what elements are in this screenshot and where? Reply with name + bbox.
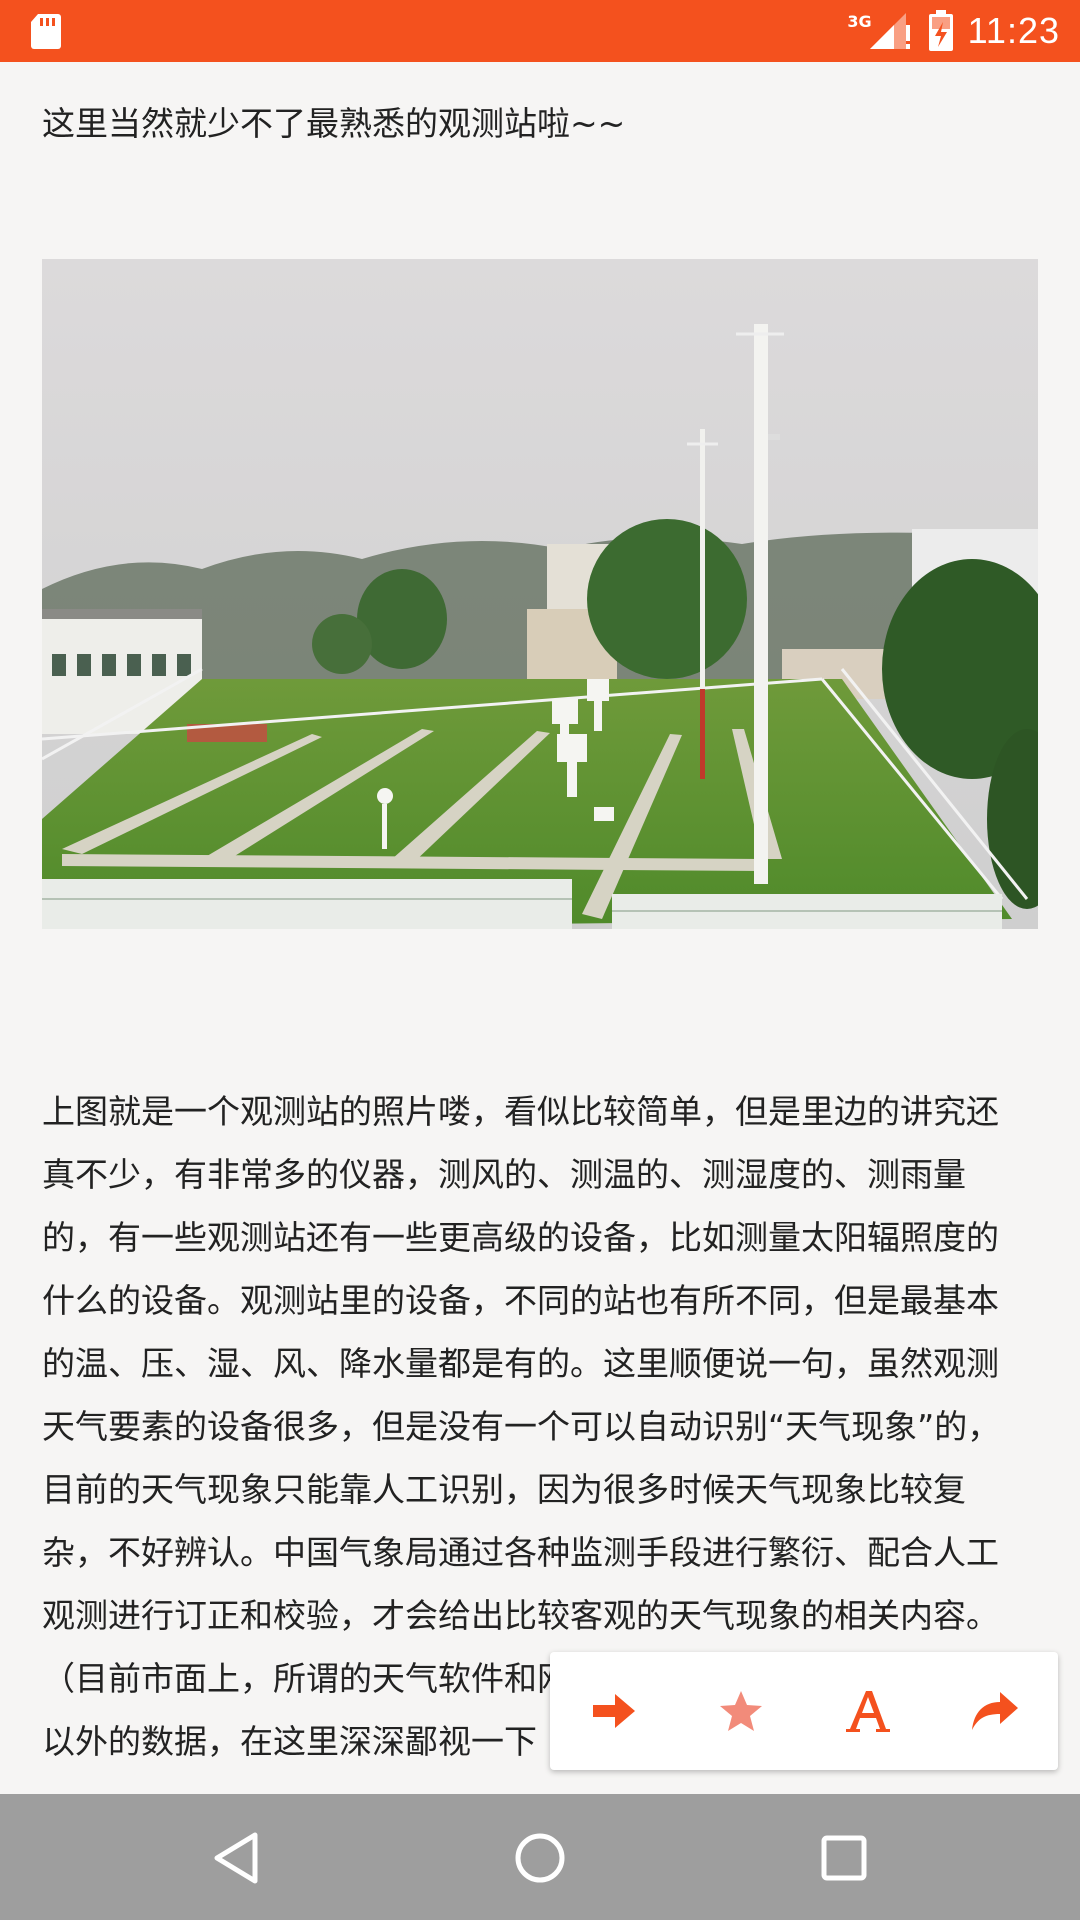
next-arrow-icon	[592, 1694, 635, 1728]
home-icon	[515, 1833, 565, 1883]
status-bar: 3G 11:23	[0, 0, 1080, 62]
font-size-button[interactable]	[828, 1671, 908, 1751]
signal-icon	[869, 13, 910, 49]
navigation-bar	[0, 1794, 1080, 1920]
back-icon	[214, 1832, 258, 1884]
back-button[interactable]	[200, 1822, 272, 1894]
share-button[interactable]	[955, 1671, 1035, 1751]
next-button[interactable]	[574, 1671, 654, 1751]
article-intro: 这里当然就少不了最熟悉的观测站啦~~	[42, 104, 626, 143]
star-icon	[719, 1691, 762, 1731]
weather-station-photo	[42, 259, 1038, 929]
clock-time: 11:23	[967, 10, 1060, 51]
battery-charging-icon	[928, 10, 953, 51]
favorite-button[interactable]	[701, 1671, 781, 1751]
sd-card-icon	[31, 14, 61, 49]
font-size-icon	[845, 1691, 890, 1732]
network-type-label: 3G	[847, 11, 872, 31]
recents-icon	[821, 1835, 867, 1881]
recents-button[interactable]	[808, 1822, 880, 1894]
home-button[interactable]	[504, 1822, 576, 1894]
share-icon	[971, 1692, 1018, 1730]
floating-action-bar	[550, 1652, 1058, 1770]
article: 这里当然就少不了最熟悉的观测站啦~~ 上图就是一个观测站的照片喽，看似比较简单，…	[42, 62, 1038, 1761]
